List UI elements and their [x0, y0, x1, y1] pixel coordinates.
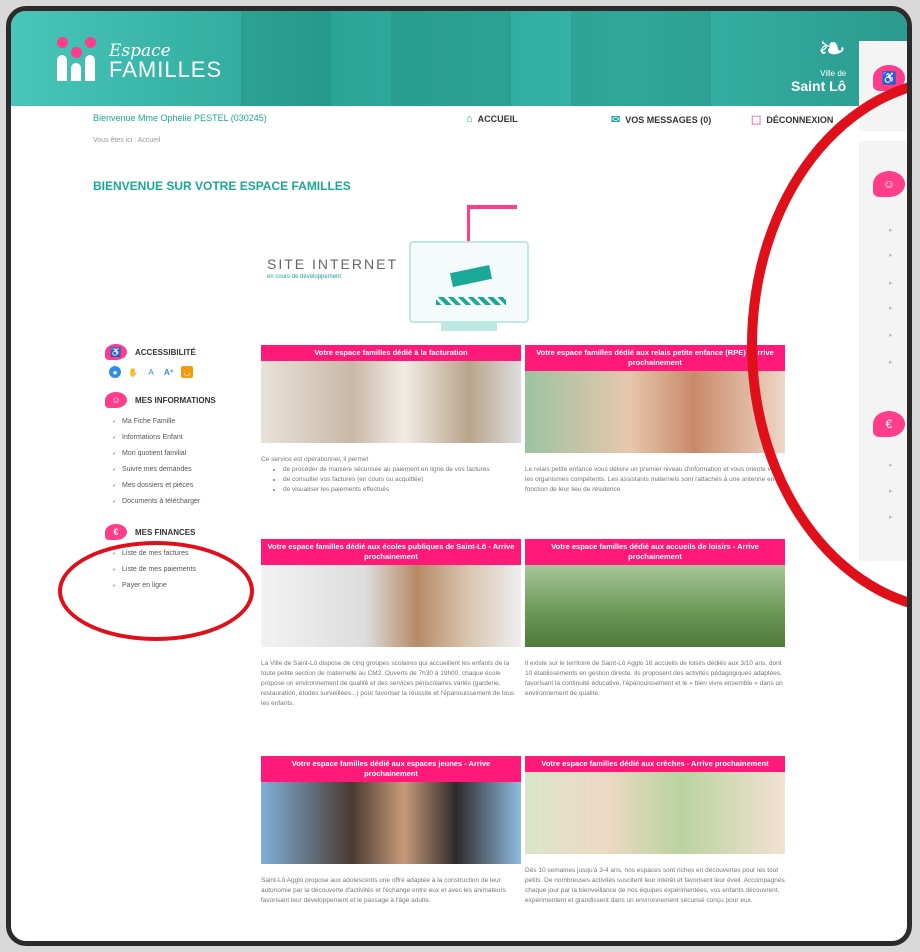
accessibility-section: ♿ ACCESSIBILITÉ ● ✋ A A⁺ ◡	[105, 344, 265, 378]
card-text: Le relais petite enfance vous délivre un…	[525, 466, 780, 493]
card-text: La Ville de Saint-Lô dispose de cinq gro…	[261, 660, 515, 707]
card-text: Ce service est opérationnel, il permet d…	[261, 455, 521, 495]
card-photo	[261, 565, 521, 647]
card-text: Il existe sur le territoire de Saint-Lô …	[525, 660, 783, 697]
logout-label: DÉCONNEXION	[766, 114, 834, 125]
finances-title: MES FINANCES	[135, 527, 196, 537]
top-navigation: Bienvenue Mme Ophelie PESTEL (030245) ⌂ …	[93, 113, 853, 133]
card-accueils-loisirs[interactable]: Votre espace familles dédié aux accueils…	[525, 539, 785, 699]
messages-label: VOS MESSAGES (0)	[625, 114, 712, 125]
saint-lo-logo[interactable]: ❧ Ville de Saint Lô	[791, 29, 846, 94]
card-relais-petite-enfance[interactable]: Votre espace familles dédié aux relais p…	[525, 345, 785, 495]
card-photo	[525, 565, 785, 647]
construction-illustration: SITE INTERNET en cours de développement	[261, 201, 581, 341]
city-prefix: Ville de	[820, 69, 847, 78]
sidebar-item-documents[interactable]: Documents à télécharger	[113, 494, 265, 510]
card-photo	[261, 361, 521, 443]
logo-text-familles: FAMILLES	[109, 57, 223, 82]
city-emblem-icon: ❧	[817, 30, 847, 68]
card-title[interactable]: Votre espace familles dédié à la factura…	[261, 345, 521, 361]
card-bullet: de procéder de manière sécurisée au paie…	[283, 465, 521, 475]
family-logo-icon	[57, 33, 101, 81]
text-decrease-icon[interactable]: A	[145, 366, 157, 378]
crane-icon	[467, 205, 517, 245]
home-icon: ⌂	[466, 113, 473, 125]
sidebar-item-suivre-demandes[interactable]: Suivre mes demandes	[113, 462, 265, 478]
card-intro: Ce service est opérationnel, il permet	[261, 456, 369, 463]
card-title[interactable]: Votre espace familles dédié aux accueils…	[525, 539, 785, 565]
espace-familles-logo[interactable]: Espace FAMILLES	[57, 33, 222, 81]
card-photo	[261, 782, 521, 864]
informations-title: MES INFORMATIONS	[135, 395, 216, 405]
sidebar-item-informations-enfant[interactable]: Informations Enfant	[113, 430, 265, 446]
card-text: Saint-Lô Agglo propose aux adolescents u…	[261, 877, 506, 904]
card-creches[interactable]: Votre espace familles dédié aux crèches …	[525, 756, 785, 906]
banner-photo	[241, 11, 331, 106]
card-title[interactable]: Votre espace familles dédié aux écoles p…	[261, 539, 521, 565]
card-title[interactable]: Votre espace familles dédié aux espaces …	[261, 756, 521, 782]
card-text: Dès 10 semaines jusqu'à 3-4 ans, nos esp…	[525, 867, 785, 904]
header-banner: Espace FAMILLES ❧ Ville de Saint Lô	[11, 11, 907, 106]
envelope-icon: ✉	[611, 114, 621, 126]
card-photo	[525, 772, 785, 854]
sidebar-item-quotient-familial[interactable]: Mon quotient familial	[113, 446, 265, 462]
accessibility-title: ACCESSIBILITÉ	[135, 347, 196, 357]
annotation-circle	[58, 541, 254, 641]
card-ecoles-publiques[interactable]: Votre espace familles dédié aux écoles p…	[261, 539, 521, 709]
home-link[interactable]: ⌂ ACCUEIL	[466, 113, 518, 125]
informations-section: ☺ MES INFORMATIONS Ma Fiche Famille Info…	[105, 392, 265, 510]
banner-photo	[391, 11, 511, 106]
card-photo	[525, 371, 785, 453]
card-facturation[interactable]: Votre espace familles dédié à la factura…	[261, 345, 521, 495]
sign-language-icon[interactable]: ✋	[127, 366, 139, 378]
welcome-message: Bienvenue Mme Ophelie PESTEL (030245)	[93, 113, 267, 123]
card-bullet: de consulter vos factures (en cours ou a…	[283, 475, 521, 485]
hero-title: SITE INTERNET	[267, 256, 399, 272]
sidebar-item-dossiers-pieces[interactable]: Mes dossiers et pièces	[113, 478, 265, 494]
card-espaces-jeunes[interactable]: Votre espace familles dédié aux espaces …	[261, 756, 521, 906]
annotation-circle	[747, 75, 907, 615]
card-title[interactable]: Votre espace familles dédié aux crèches …	[525, 756, 785, 772]
globe-icon[interactable]: ●	[109, 366, 121, 378]
browser-frame: Espace FAMILLES ❧ Ville de Saint Lô Bien…	[6, 6, 912, 946]
messages-link[interactable]: ✉ VOS MESSAGES (0)	[611, 113, 711, 126]
city-name: Saint Lô	[791, 78, 847, 94]
rss-icon[interactable]: ◡	[181, 366, 193, 378]
monitor-stand	[441, 323, 497, 331]
logout-link[interactable]: ⬚ DÉCONNEXION	[751, 113, 833, 126]
hero-subtitle: en cours de développement	[267, 274, 342, 280]
text-increase-icon[interactable]: A⁺	[163, 366, 175, 378]
page-title: BIENVENUE SUR VOTRE ESPACE FAMILLES	[93, 179, 351, 193]
euro-icon: €	[105, 524, 127, 540]
card-bullet: de visualiser les paiements effectués	[283, 485, 521, 495]
card-title[interactable]: Votre espace familles dédié aux relais p…	[525, 345, 785, 371]
logout-icon: ⬚	[751, 114, 762, 126]
user-icon: ☺	[105, 392, 127, 408]
banner-photo	[571, 11, 711, 106]
home-label: ACCUEIL	[477, 114, 518, 124]
sidebar-item-fiche-famille[interactable]: Ma Fiche Famille	[113, 414, 265, 430]
progress-stripes	[436, 297, 506, 305]
breadcrumb: Vous êtes ici : Accueil	[93, 137, 161, 144]
accessibility-icon: ♿	[105, 344, 127, 360]
